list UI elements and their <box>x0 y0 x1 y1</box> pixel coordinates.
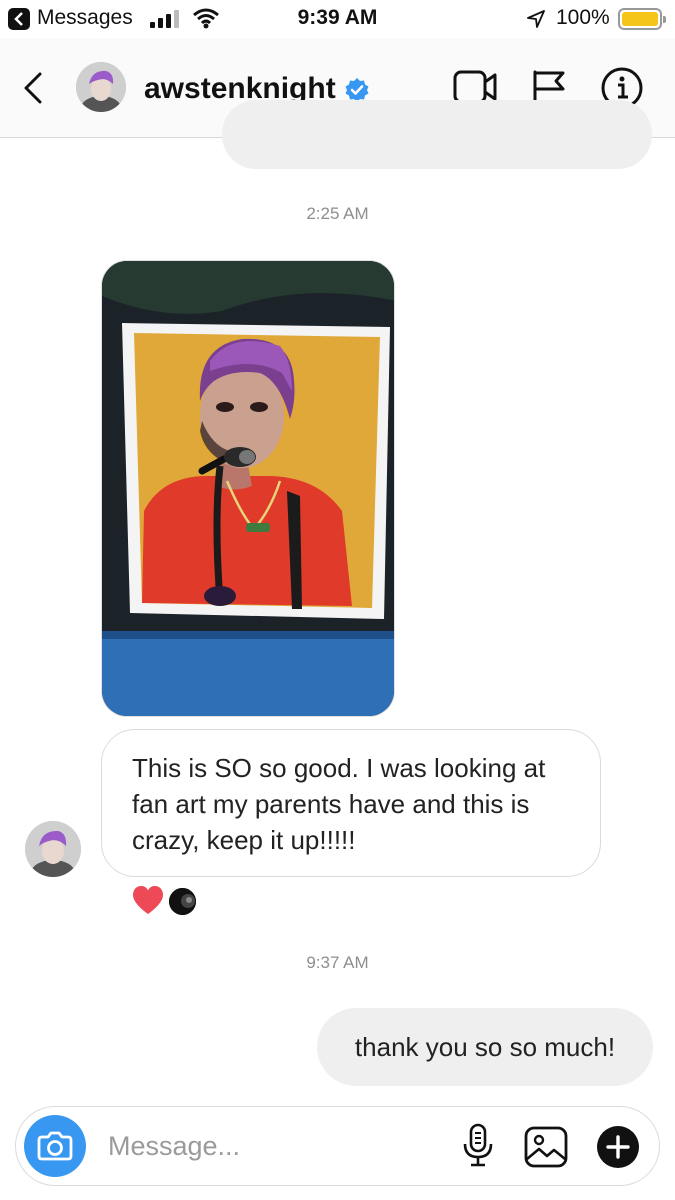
battery-icon <box>618 8 666 30</box>
message-composer <box>15 1106 660 1186</box>
plus-icon[interactable] <box>596 1125 640 1169</box>
message-input[interactable] <box>108 1125 438 1167</box>
camera-button[interactable] <box>24 1115 86 1177</box>
timestamp: 2:25 AM <box>306 204 369 223</box>
fan-art-photo <box>102 261 394 716</box>
heart-icon[interactable] <box>131 885 165 915</box>
battery-percent: 100% <box>556 6 610 29</box>
microphone-icon[interactable] <box>458 1121 498 1171</box>
sent-text-message[interactable]: thank you so so much! <box>317 1008 653 1086</box>
received-photo-message[interactable] <box>101 260 395 717</box>
back-chevron-icon[interactable] <box>16 68 52 108</box>
header-avatar[interactable] <box>76 62 126 112</box>
gallery-icon[interactable] <box>523 1125 569 1169</box>
camera-icon <box>37 1131 73 1161</box>
sender-avatar[interactable] <box>25 821 81 877</box>
timestamp: 9:37 AM <box>306 953 369 972</box>
received-text-message[interactable]: This is SO so good. I was looking at fan… <box>101 729 601 877</box>
reactor-avatar[interactable] <box>167 886 198 917</box>
status-bar: Messages 9:39 AM 100% <box>0 0 675 38</box>
previous-sent-message <box>222 100 652 169</box>
location-icon <box>527 10 545 28</box>
